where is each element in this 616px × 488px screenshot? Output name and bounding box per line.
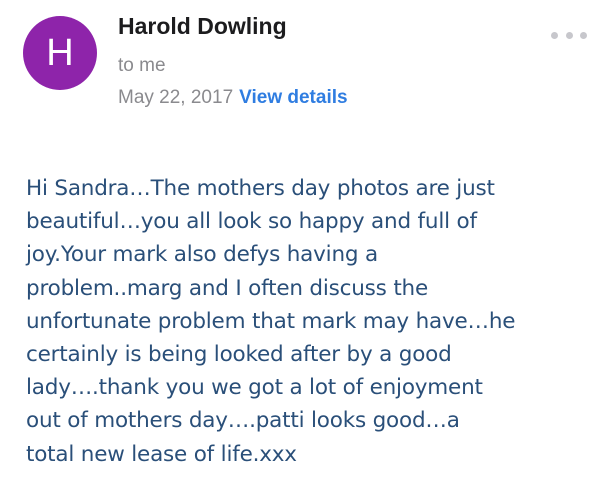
message-line: out of mothers day….patti looks good…a xyxy=(26,408,460,434)
more-options-button[interactable] xyxy=(551,26,587,44)
message-date: May 22, 2017 xyxy=(118,87,234,108)
recipient-label: to me xyxy=(118,55,166,76)
view-details-link[interactable]: View details xyxy=(239,87,347,108)
more-horizontal-icon-dot xyxy=(580,31,587,39)
message-line: joy.Your mark also defys having a xyxy=(26,242,378,268)
message-meta: May 22, 2017 View details xyxy=(118,87,348,109)
message-line: problem..marg and I often discuss the xyxy=(26,275,429,301)
more-horizontal-icon xyxy=(551,31,558,39)
message-line: certainly is being looked after by a goo… xyxy=(26,342,452,368)
avatar-initial: H xyxy=(46,31,74,74)
more-horizontal-icon-dot xyxy=(565,31,573,39)
message-line: lady….thank you we got a lot of enjoymen… xyxy=(26,375,483,401)
sender-name[interactable]: Harold Dowling xyxy=(118,13,287,40)
message-line: total new lease of life.xxx xyxy=(26,441,297,467)
sender-avatar[interactable]: H xyxy=(23,16,97,90)
message-line: beautiful…you all look so happy and full… xyxy=(26,209,477,235)
message-body: Hi Sandra…The mothers day photos are jus… xyxy=(26,172,586,471)
message-line: unfortunate problem that mark may have…h… xyxy=(26,308,516,334)
message-line: Hi Sandra…The mothers day photos are jus… xyxy=(26,176,495,201)
